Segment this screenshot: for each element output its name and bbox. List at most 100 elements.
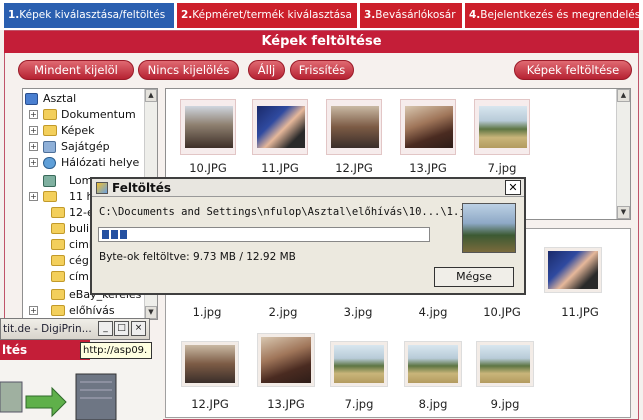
thumbnail-filename: 8.jpg (418, 397, 448, 411)
dialog-titlebar[interactable]: Feltöltés (92, 179, 524, 197)
tab-number: 3. (364, 9, 376, 21)
network-icon (43, 157, 56, 169)
expand-icon[interactable]: + (29, 126, 38, 135)
dialog-title: Feltöltés (112, 181, 172, 195)
select-none-button[interactable]: Nincs kijelölés (138, 60, 239, 80)
tree-item-label: Képek (61, 124, 95, 137)
photo-image (257, 106, 305, 148)
thumbnail[interactable] (544, 247, 602, 293)
folder-icon (51, 305, 65, 316)
expand-icon[interactable]: + (29, 158, 38, 167)
bytes-uploaded: Byte-ok feltöltve: 9.73 MB / 12.92 MB (99, 251, 296, 263)
refresh-button[interactable]: Frissítés (290, 60, 354, 80)
close-icon[interactable]: × (131, 321, 146, 336)
thumbnail[interactable] (404, 341, 462, 387)
minimize-icon[interactable]: _ (98, 321, 113, 336)
thumbnail[interactable] (252, 99, 308, 155)
folder-icon (51, 207, 65, 218)
tab-select-upload[interactable]: 1.Képek kiválasztása/feltöltés (4, 3, 174, 28)
tree-item-label: előhívás (69, 304, 115, 317)
tab-number: 4. (469, 9, 481, 21)
window-title: tit.de - DigiPrin... (3, 323, 92, 335)
tree-item-label: Sajátgép (61, 140, 110, 153)
photo-image (331, 106, 379, 148)
thumbnail-filename: 11.JPG (261, 161, 299, 175)
thumbnail[interactable] (400, 99, 456, 155)
thumbnail-filename: 10.JPG (189, 161, 227, 175)
folder-icon (43, 109, 57, 120)
thumbnail-filename: 3.jpg (343, 305, 373, 319)
tab-login-order[interactable]: 4.Bejelentkezés és megrendelés (465, 3, 639, 28)
thumbnail-filename: 1.jpg (192, 305, 222, 319)
upload-images-button[interactable]: Képek feltöltése (514, 60, 632, 80)
photo-image (185, 106, 233, 148)
thumbnail-filename: 13.JPG (409, 161, 447, 175)
progress-segment (102, 230, 109, 239)
thumbnail-filename: 12.JPG (191, 397, 229, 411)
scroll-up-icon[interactable]: ▲ (617, 89, 630, 102)
cancel-button[interactable]: Mégse (434, 267, 514, 287)
thumbnail-scrollbar[interactable]: ▲ ▼ (616, 89, 630, 219)
folder-icon (43, 191, 57, 202)
tab-size-product[interactable]: 2.Képméret/termék kiválasztása (177, 3, 357, 28)
photo-image (408, 345, 458, 383)
expand-icon[interactable]: + (29, 142, 38, 151)
scroll-up-icon[interactable]: ▲ (145, 89, 157, 102)
current-file-path: C:\Documents and Settings\nfulop\Asztal\… (99, 206, 479, 218)
photo-image (480, 345, 530, 383)
photo-image (185, 345, 235, 383)
thumbnail-filename: 9.jpg (490, 397, 520, 411)
select-all-button[interactable]: Mindent kijelöl (18, 60, 134, 80)
thumbnail-filename: 11.JPG (561, 305, 599, 319)
folder-icon (43, 125, 57, 136)
expand-icon[interactable]: + (29, 192, 38, 201)
upload-progress-bar (98, 227, 430, 242)
thumbnail[interactable] (181, 341, 239, 387)
expand-icon[interactable]: + (29, 306, 38, 315)
photo-image (405, 106, 453, 148)
tab-number: 1. (8, 9, 20, 21)
tab-label: Képek kiválasztása/feltöltés (19, 9, 166, 21)
folder-icon (51, 255, 65, 266)
thumbnail[interactable] (476, 341, 534, 387)
thumbnail-filename: 13.JPG (267, 397, 305, 411)
scroll-down-icon[interactable]: ▼ (617, 206, 630, 219)
thumbnail[interactable] (474, 99, 530, 155)
thumbnail-filename: 7.jpg (344, 397, 374, 411)
thumbnail[interactable] (330, 341, 388, 387)
thumbnail-filename: 10.JPG (483, 305, 521, 319)
upload-dialog: Feltöltés ✕ C:\Documents and Settings\nf… (90, 177, 526, 295)
thumbnail-filename: 7.jpg (487, 161, 517, 175)
current-file-preview (462, 203, 516, 253)
close-icon[interactable]: ✕ (505, 180, 521, 195)
folder-icon (51, 239, 65, 250)
upload-icon (96, 182, 108, 194)
tree-item-label: buli (69, 222, 90, 235)
tree-item-label: Dokumentum (61, 108, 136, 121)
recycle-bin-icon (43, 175, 56, 187)
thumbnail[interactable] (326, 99, 382, 155)
folder-icon (51, 271, 65, 282)
folder-icon (51, 223, 65, 234)
tree-item-label: ciml (69, 238, 92, 251)
stop-button[interactable]: Állj (248, 60, 285, 80)
expand-icon[interactable]: + (29, 110, 38, 119)
maximize-icon[interactable]: □ (114, 321, 129, 336)
tab-label: Bejelentkezés és megrendelés (480, 9, 639, 21)
tab-label: Képméret/termék kiválasztása (192, 9, 352, 21)
tab-cart[interactable]: 3.Bevásárlókosár (360, 3, 462, 28)
server-arrow-icon (0, 373, 117, 420)
folder-icon (51, 289, 65, 300)
photo-image (334, 345, 384, 383)
wizard-tabs: 1.Képek kiválasztása/feltöltés 2.Képmére… (0, 0, 643, 30)
photo-image (548, 251, 598, 289)
thumbnail[interactable] (180, 99, 236, 155)
computer-icon (43, 141, 56, 153)
photo-image (479, 106, 527, 148)
thumbnail-filename: 12.JPG (335, 161, 373, 175)
thumbnail[interactable] (257, 333, 315, 387)
panel-title: Képek feltöltése (4, 31, 639, 53)
tree-item-label: Lom (69, 174, 93, 187)
thumbnail-filename: 4.jpg (418, 305, 448, 319)
tree-item-label: Asztal (43, 92, 77, 105)
